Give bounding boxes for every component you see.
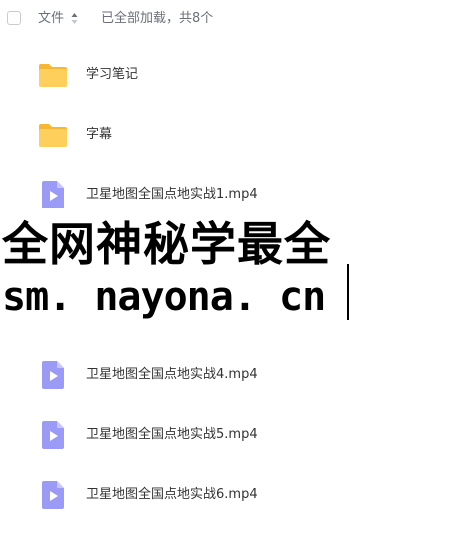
- sort-icon[interactable]: [71, 12, 78, 26]
- load-status: 已全部加载，共8个: [101, 11, 214, 26]
- file-row-video[interactable]: 卫星地图全国点地实战6.mp4: [0, 465, 476, 525]
- file-row-video[interactable]: 卫星地图全国点地实战4.mp4: [0, 345, 476, 405]
- video-file-icon: [42, 361, 64, 389]
- file-name[interactable]: 卫星地图全国点地实战4.mp4: [86, 345, 258, 405]
- file-row-folder[interactable]: 字幕: [0, 105, 476, 165]
- file-name[interactable]: 字幕: [86, 105, 112, 165]
- file-row-folder[interactable]: 学习笔记: [0, 45, 476, 105]
- video-file-icon: [42, 481, 64, 509]
- watermark-url: sm. nayona. cn: [2, 274, 326, 320]
- folder-icon: [39, 64, 67, 87]
- file-name[interactable]: 卫星地图全国点地实战5.mp4: [86, 405, 258, 465]
- folder-icon: [39, 124, 67, 147]
- file-row-video[interactable]: 卫星地图全国点地实战5.mp4: [0, 405, 476, 465]
- watermark-title: 全网神秘学最全: [2, 217, 331, 271]
- text-cursor: [347, 264, 349, 320]
- video-file-icon: [42, 181, 64, 209]
- file-name[interactable]: 学习笔记: [86, 45, 138, 105]
- video-file-icon: [42, 421, 64, 449]
- file-list-header: 文件 已全部加载，共8个: [0, 0, 476, 38]
- sort-by-name[interactable]: 文件: [38, 10, 64, 28]
- watermark-overlay: 全网神秘学最全 sm. nayona. cn: [0, 208, 476, 338]
- file-name[interactable]: 卫星地图全国点地实战6.mp4: [86, 465, 258, 525]
- select-all-checkbox[interactable]: [7, 11, 21, 25]
